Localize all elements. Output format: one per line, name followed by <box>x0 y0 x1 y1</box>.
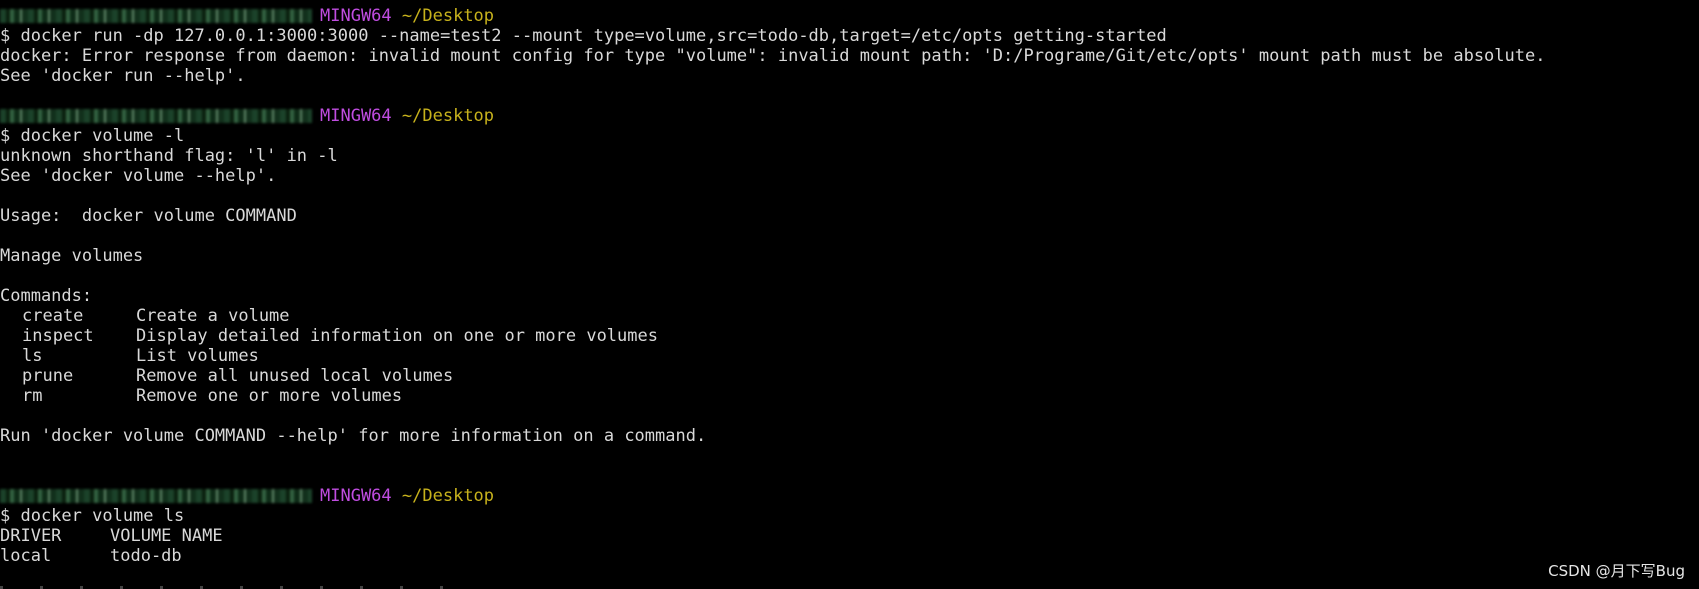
command-line: $ docker volume ls <box>0 506 185 526</box>
commands-header: Commands: <box>0 286 93 306</box>
usage-line: Usage: docker volume COMMAND <box>0 206 297 226</box>
prompt-path: ~/Desktop <box>401 6 495 26</box>
prompt-host: MINGW64 <box>320 486 392 506</box>
help-hint: See 'docker volume --help'. <box>0 166 277 186</box>
command-line: $ docker run -dp 127.0.0.1:3000:3000 --n… <box>0 26 1167 46</box>
help-hint: See 'docker run --help'. <box>0 66 246 86</box>
command-name: rm <box>22 386 43 406</box>
redacted-user-host <box>0 9 312 23</box>
command-name: create <box>22 306 84 326</box>
command-line: $ docker volume -l <box>0 126 185 146</box>
redacted-user-host <box>0 489 312 503</box>
command-row: ls List volumes <box>0 346 1699 366</box>
cell-driver: local <box>0 546 52 566</box>
table-row: local todo-db <box>0 546 1699 566</box>
command-desc: Create a volume <box>136 306 290 326</box>
table-header: DRIVER VOLUME NAME <box>0 526 1699 546</box>
footer-line: Run 'docker volume COMMAND --help' for m… <box>0 426 707 446</box>
cell-volume-name: todo-db <box>110 546 182 566</box>
prompt-path: ~/Desktop <box>401 106 495 126</box>
watermark: CSDN @月下写Bug <box>1548 562 1685 580</box>
terminal-output[interactable]: MINGW64 ~/Desktop $ docker run -dp 127.0… <box>0 6 1699 589</box>
prompt-path: ~/Desktop <box>401 486 495 506</box>
command-desc: Remove one or more volumes <box>136 386 403 406</box>
command-row: prune Remove all unused local volumes <box>0 366 1699 386</box>
prompt-host: MINGW64 <box>320 106 392 126</box>
command-row: create Create a volume <box>0 306 1699 326</box>
command-name: prune <box>22 366 74 386</box>
column-header-driver: DRIVER <box>0 526 62 546</box>
error-message: unknown shorthand flag: 'l' in -l <box>0 146 338 166</box>
prompt-host: MINGW64 <box>320 6 392 26</box>
command-row: rm Remove one or more volumes <box>0 386 1699 406</box>
command-desc: Remove all unused local volumes <box>136 366 454 386</box>
description-line: Manage volumes <box>0 246 144 266</box>
prompt-line: MINGW64 ~/Desktop <box>0 6 1699 26</box>
prompt-line: MINGW64 ~/Desktop <box>0 486 1699 506</box>
redacted-user-host <box>0 109 312 123</box>
command-desc: List volumes <box>136 346 259 366</box>
prompt-line: MINGW64 ~/Desktop <box>0 106 1699 126</box>
error-message: docker: Error response from daemon: inva… <box>0 46 1546 66</box>
command-desc: Display detailed information on one or m… <box>136 326 658 346</box>
command-name: inspect <box>22 326 94 346</box>
column-header-volume-name: VOLUME NAME <box>110 526 223 546</box>
command-row: inspect Display detailed information on o… <box>0 326 1699 346</box>
command-name: ls <box>22 346 43 366</box>
